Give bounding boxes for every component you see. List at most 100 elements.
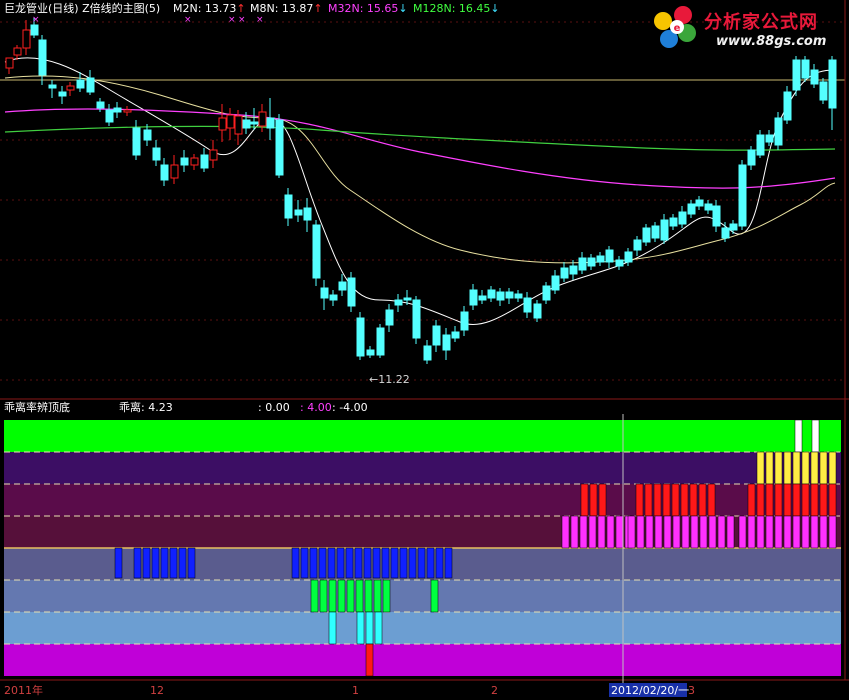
candlestick <box>747 146 756 170</box>
signal-bar-yellow <box>756 451 765 485</box>
signal-bar-green <box>328 579 337 613</box>
signal-bar-green <box>382 579 391 613</box>
candle-body <box>451 331 460 339</box>
candlestick <box>478 290 487 304</box>
candle-body <box>669 217 678 227</box>
x-axis-label: 12 <box>150 684 164 697</box>
candlestick <box>687 200 696 218</box>
candle-body <box>294 209 303 216</box>
candle-body <box>152 147 161 161</box>
candle-body <box>542 285 551 301</box>
candle-body <box>423 345 432 361</box>
signal-bar-green <box>310 579 319 613</box>
candle-body <box>200 154 209 169</box>
candlestick <box>312 220 321 286</box>
signal-bar-blue <box>142 547 151 579</box>
candlestick-series[interactable] <box>5 18 837 364</box>
candlestick <box>275 114 284 178</box>
candle-body <box>496 291 505 301</box>
signal-bar-blue <box>178 547 187 579</box>
candlestick <box>695 196 704 210</box>
signal-bar-red <box>680 483 689 517</box>
signal-bar-blue <box>309 547 318 579</box>
signal-bar-red <box>589 483 598 517</box>
candle-body <box>756 134 765 156</box>
candle-body <box>143 129 152 141</box>
candle-body <box>765 134 774 143</box>
candlestick <box>669 214 678 230</box>
candle-body <box>275 119 284 176</box>
candle-body <box>226 114 235 129</box>
candle-body <box>385 309 394 326</box>
candlestick <box>496 288 505 306</box>
candle-body <box>190 157 199 166</box>
candlestick <box>704 200 713 214</box>
candle-body <box>810 69 819 85</box>
signal-bar-red <box>819 483 828 517</box>
candle-body <box>132 127 141 156</box>
stock-chart-canvas[interactable]: e <box>0 0 849 700</box>
signal-bar-blue <box>426 547 435 579</box>
signal-bar-blue <box>133 547 142 579</box>
candlestick <box>551 270 560 294</box>
candle-body <box>633 239 642 251</box>
deviation-band <box>4 612 841 644</box>
candlestick <box>587 254 596 270</box>
candle-body <box>478 295 487 301</box>
candlestick <box>523 292 532 318</box>
candle-body <box>660 219 669 241</box>
candlestick <box>376 324 385 358</box>
candle-body <box>678 211 687 225</box>
site-logo-url: www.88gs.com <box>716 34 827 49</box>
signal-bar-magenta <box>738 515 747 549</box>
signal-bar-magenta <box>765 515 774 549</box>
signal-bar-cyan <box>356 611 365 645</box>
signal-bar-magenta <box>783 515 792 549</box>
signal-bar-red <box>662 483 671 517</box>
candle-body <box>22 29 31 49</box>
candlestick <box>633 236 642 256</box>
candlestick <box>13 45 22 60</box>
candle-body <box>258 111 267 127</box>
level-negative: : -4.00 <box>332 401 368 414</box>
signal-bar-yellow <box>819 451 828 485</box>
candlestick <box>218 104 227 142</box>
signal-bar-red <box>756 483 765 517</box>
signal-bar-red <box>810 483 819 517</box>
signal-bar-magenta <box>756 515 765 549</box>
signal-bar-blue <box>336 547 345 579</box>
signal-bar-blue <box>327 547 336 579</box>
signal-bar-magenta <box>708 515 717 549</box>
candle-body <box>695 199 704 207</box>
candlestick <box>423 340 432 364</box>
candlestick <box>22 20 31 55</box>
signal-bar-blue <box>291 547 300 579</box>
candle-body <box>76 79 85 89</box>
signal-bar-red <box>580 483 589 517</box>
signal-bar-green <box>346 579 355 613</box>
candlestick <box>819 78 828 104</box>
candle-body <box>792 59 801 91</box>
candlestick <box>258 104 267 132</box>
candlestick <box>160 158 169 186</box>
candle-body <box>704 203 713 211</box>
signal-bar-blue <box>345 547 354 579</box>
signal-bar-blue <box>435 547 444 579</box>
candle-body <box>394 299 403 306</box>
candle-body <box>209 149 218 161</box>
candle-body <box>170 164 179 179</box>
signal-bar-magenta <box>699 515 708 549</box>
candlestick <box>96 98 105 112</box>
candle-body <box>105 109 114 123</box>
signal-bar-green <box>319 579 328 613</box>
candle-body <box>180 157 189 166</box>
signal-bar-magenta <box>774 515 783 549</box>
chart-title: 巨龙管业(日线) Z倍线的主图(5) <box>4 2 161 15</box>
signal-bar-green <box>364 579 373 613</box>
candlestick <box>783 86 792 124</box>
candlestick <box>394 294 403 312</box>
signal-bar-magenta <box>726 515 735 549</box>
candlestick <box>113 102 122 118</box>
signal-bar-red <box>765 483 774 517</box>
candle-body <box>356 317 365 357</box>
